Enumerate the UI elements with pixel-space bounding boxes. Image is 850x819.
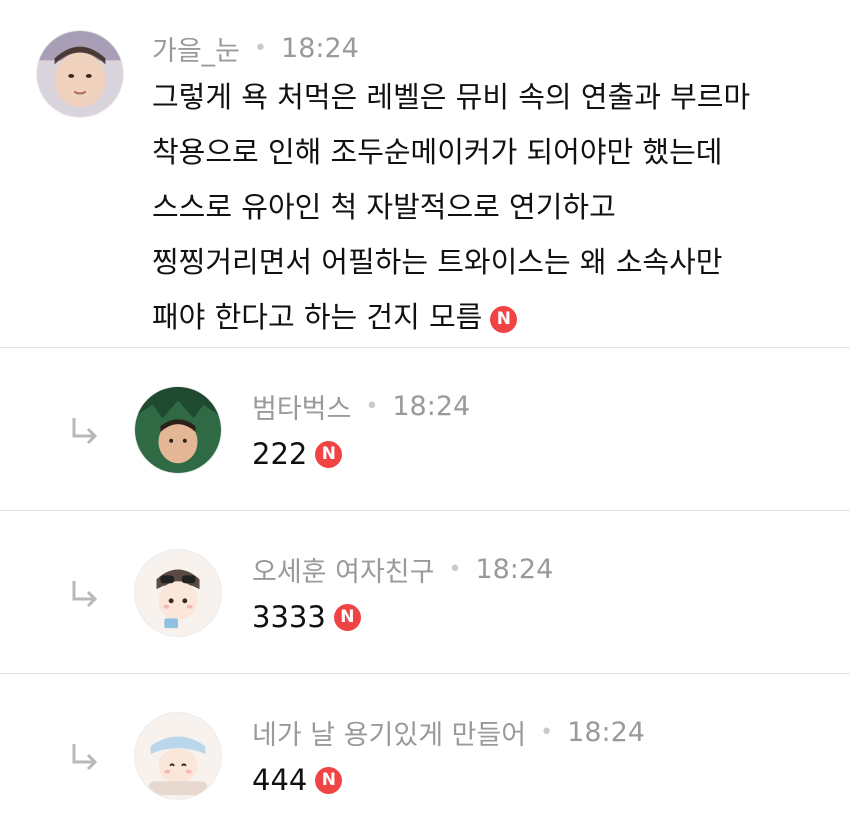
comment-time: 18:24 xyxy=(281,32,359,64)
separator-dot: • xyxy=(540,719,554,745)
reply-text: 3333 xyxy=(252,600,326,634)
comment-line: 스스로 유아인 척 자발적으로 연기하고 xyxy=(152,190,616,224)
reply-item: 오세훈 여자친구 • 18:24 3333 N xyxy=(0,511,850,673)
reply-text: 222 xyxy=(252,437,308,471)
comment-item: 가을_눈 • 18:24 그렇게 욕 처먹은 레벨은 뮤비 속의 연출과 부르마… xyxy=(0,0,850,348)
comment-line: 찡찡거리면서 어필하는 트와이스는 왜 소속사만 xyxy=(152,245,723,279)
avatar[interactable] xyxy=(134,386,222,474)
avatar[interactable] xyxy=(134,549,222,637)
reply-time: 18:24 xyxy=(567,716,645,748)
reply-meta: 네가 날 용기있게 만들어 • 18:24 xyxy=(252,712,645,752)
separator-dot: • xyxy=(448,556,462,582)
reply-item: 네가 날 용기있게 만들어 • 18:24 444 N xyxy=(0,674,850,819)
avatar-illustration xyxy=(135,713,221,799)
reply-body: 444 N xyxy=(252,760,343,800)
separator-dot: • xyxy=(254,35,268,61)
author-name[interactable]: 오세훈 여자친구 xyxy=(252,550,434,589)
new-badge-icon: N xyxy=(315,440,343,468)
author-name[interactable]: 네가 날 용기있게 만들어 xyxy=(252,713,526,752)
avatar[interactable] xyxy=(134,712,222,800)
separator-dot: • xyxy=(365,393,379,419)
reply-time: 18:24 xyxy=(392,390,471,422)
reply-body: 222 N xyxy=(252,434,343,474)
avatar-photo xyxy=(135,387,221,473)
new-badge-icon: N xyxy=(315,766,343,794)
reply-text: 444 xyxy=(252,763,308,797)
reply-meta: 오세훈 여자친구 • 18:24 xyxy=(252,549,553,589)
avatar[interactable] xyxy=(36,30,124,118)
author-name[interactable]: 가을_눈 xyxy=(152,29,240,68)
reply-arrow-icon xyxy=(72,418,98,445)
reply-arrow-icon xyxy=(72,581,98,608)
comment-line: 그렇게 욕 처먹은 레벨은 뮤비 속의 연출과 부르마 xyxy=(152,80,751,114)
comment-meta: 가을_눈 • 18:24 xyxy=(152,28,359,68)
comment-line: 착용으로 인해 조두순메이커가 되어야만 했는데 xyxy=(152,135,723,169)
new-badge-icon: N xyxy=(333,603,361,631)
reply-time: 18:24 xyxy=(475,553,554,585)
reply-body: 3333 N xyxy=(252,597,361,637)
new-badge-icon: N xyxy=(490,305,518,333)
reply-arrow-icon xyxy=(72,744,98,771)
avatar-illustration xyxy=(135,550,221,636)
comment-body: 그렇게 욕 처먹은 레벨은 뮤비 속의 연출과 부르마 착용으로 인해 조두순메… xyxy=(152,70,750,345)
author-name[interactable]: 범타벅스 xyxy=(252,387,351,426)
reply-meta: 범타벅스 • 18:24 xyxy=(252,386,470,426)
comment-line-text: 패야 한다고 하는 건지 모름 xyxy=(152,300,483,334)
avatar-photo xyxy=(37,31,123,117)
reply-item: 범타벅스 • 18:24 222 N xyxy=(0,348,850,510)
comment-line-last: 패야 한다고 하는 건지 모름 N xyxy=(152,290,750,345)
